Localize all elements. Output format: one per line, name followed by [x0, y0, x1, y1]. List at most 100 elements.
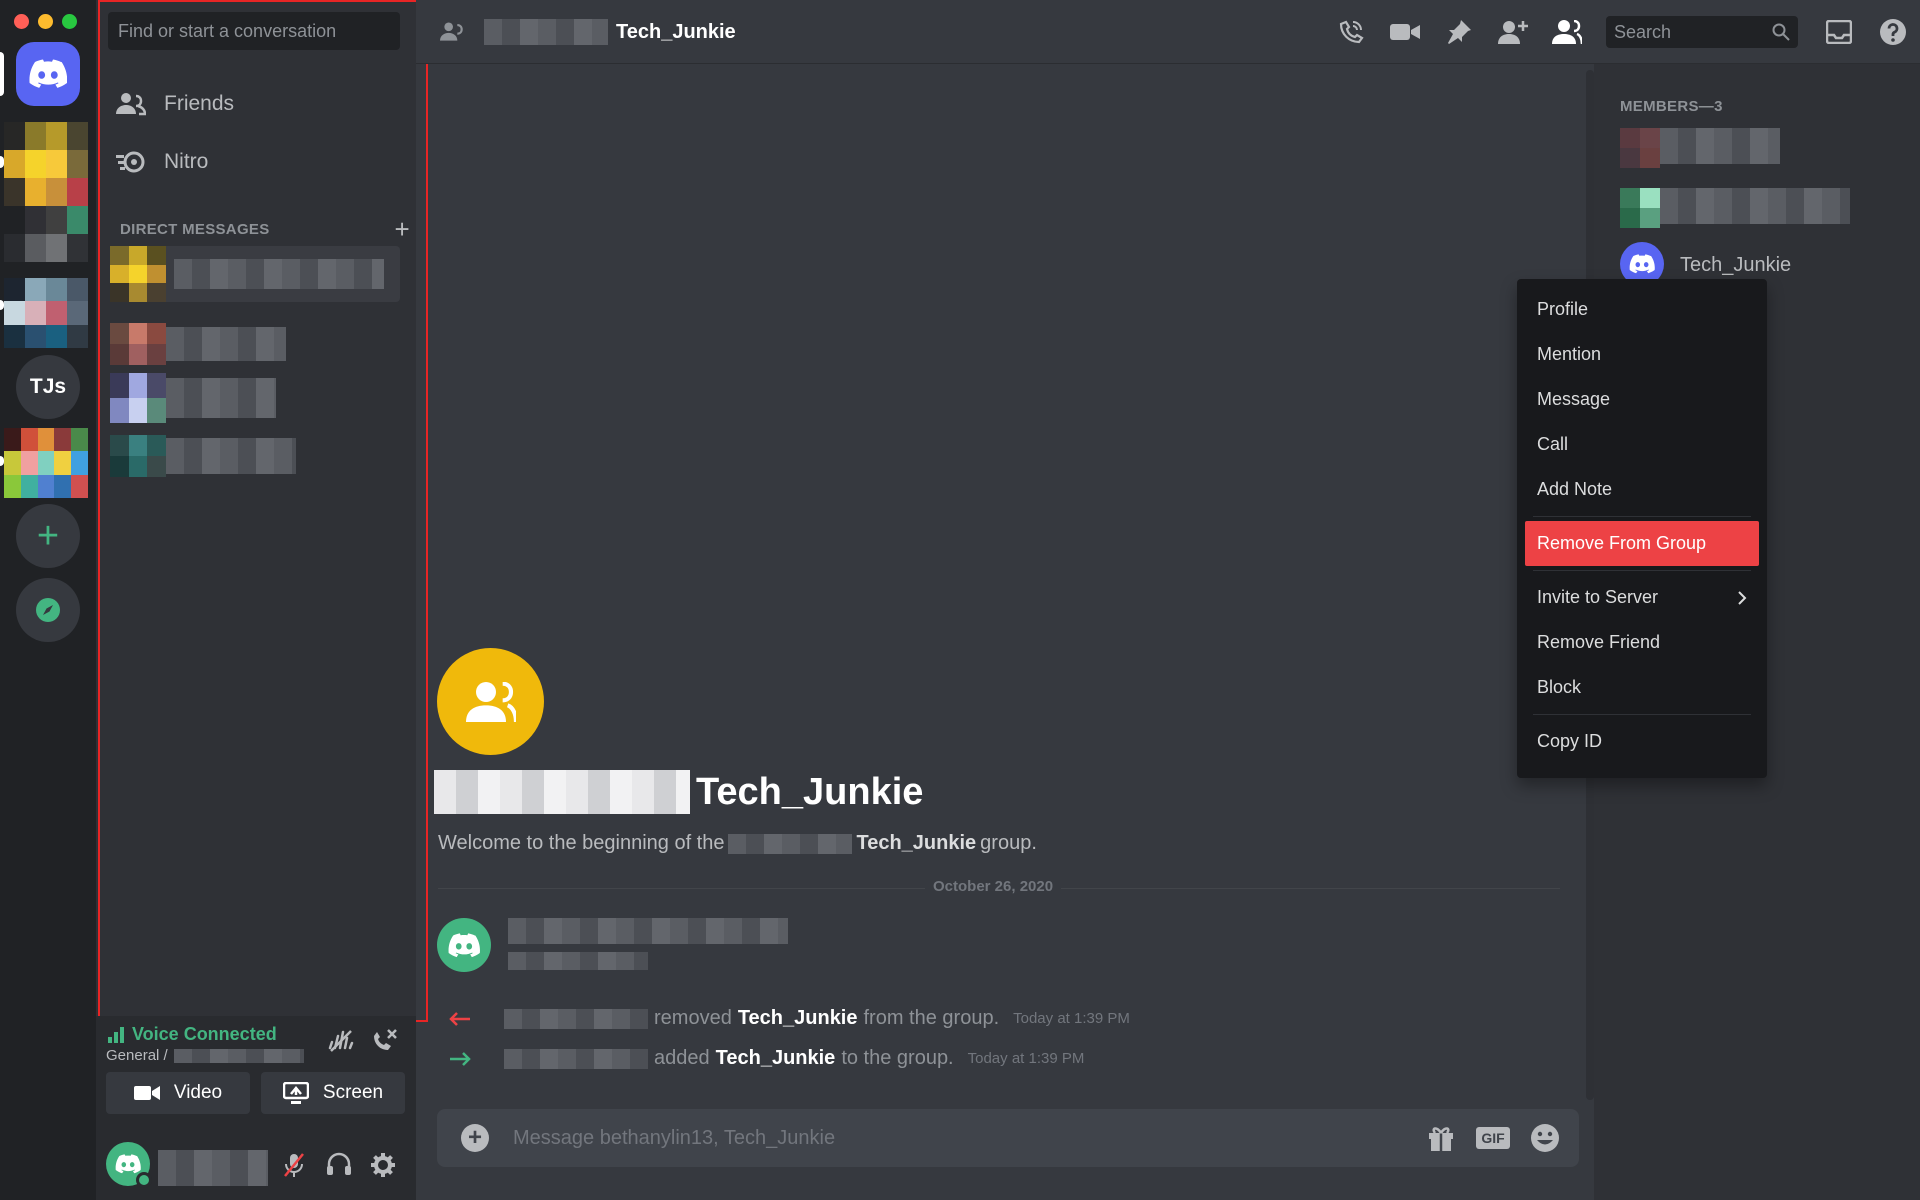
system-message-added: added Tech_Junkie to the group. Today at…	[448, 1047, 1084, 1070]
member-list-toggle[interactable]	[1540, 14, 1594, 50]
redacted-name	[174, 259, 384, 289]
pinned-messages-button[interactable]	[1432, 14, 1486, 50]
direct-messages-header: DIRECT MESSAGES +	[120, 216, 410, 242]
menu-item-remove-from-group[interactable]: Remove From Group	[1525, 521, 1759, 566]
menu-item-label: Invite to Server	[1537, 587, 1659, 607]
menu-item-label: Remove Friend	[1537, 632, 1661, 652]
minimize-window-button[interactable]	[38, 14, 53, 29]
dm-item[interactable]	[110, 316, 400, 372]
member-item[interactable]	[1620, 188, 1850, 228]
inbox-button[interactable]	[1812, 14, 1866, 50]
menu-separator	[1533, 570, 1751, 571]
menu-item-label: Copy ID	[1537, 731, 1603, 751]
menu-item-block[interactable]: Block	[1525, 665, 1759, 710]
menu-item-label: Profile	[1537, 299, 1589, 319]
member-item[interactable]	[1620, 128, 1780, 168]
server-icon-pixelated[interactable]	[4, 206, 88, 262]
mute-icon[interactable]	[282, 1152, 306, 1178]
welcome-name: Tech_Junkie	[856, 832, 977, 854]
video-button[interactable]: Video	[106, 1072, 250, 1114]
menu-item-add-note[interactable]: Add Note	[1525, 467, 1759, 512]
menu-item-label: Call	[1537, 434, 1569, 454]
home-button[interactable]	[16, 42, 80, 106]
dm-item[interactable]	[110, 370, 400, 426]
message-composer[interactable]: + Message bethanylin13, Tech_Junkie GIF	[437, 1109, 1579, 1167]
menu-item-message[interactable]: Message	[1525, 377, 1759, 422]
user-avatar[interactable]	[106, 1142, 152, 1188]
emoji-button[interactable]	[1519, 1123, 1571, 1153]
redacted-name	[504, 1008, 648, 1029]
chevron-right-icon	[1738, 590, 1747, 605]
system-timestamp: Today at 1:39 PM	[967, 1050, 1085, 1067]
dm-item[interactable]	[110, 428, 400, 484]
disconnect-icon[interactable]	[370, 1026, 398, 1054]
dm-item-selected[interactable]	[110, 246, 400, 302]
gif-button[interactable]: GIF	[1467, 1127, 1519, 1149]
message-input[interactable]: Message bethanylin13, Tech_Junkie	[513, 1127, 1415, 1150]
redacted-name	[173, 1049, 304, 1064]
upload-button[interactable]: +	[461, 1124, 489, 1152]
signal-icon	[108, 1026, 124, 1043]
settings-gear-icon[interactable]	[370, 1152, 396, 1178]
avatar	[1620, 188, 1660, 228]
avatar	[1620, 128, 1660, 168]
voice-channel[interactable]: General /	[106, 1047, 304, 1064]
menu-item-label: Mention	[1537, 344, 1602, 364]
help-button[interactable]	[1866, 14, 1920, 50]
system-target[interactable]: Tech_Junkie	[738, 1007, 858, 1030]
menu-item-invite-to-server[interactable]: Invite to Server	[1525, 575, 1759, 620]
arrow-right-icon	[450, 1051, 471, 1066]
header-toolbar: Search	[1324, 14, 1920, 50]
server-tjs[interactable]: TJs	[16, 355, 80, 419]
system-timestamp: Today at 1:39 PM	[1013, 1010, 1130, 1027]
members-icon	[1552, 20, 1582, 44]
member-name-tech-junkie[interactable]: Tech_Junkie	[1680, 254, 1791, 277]
discord-logo-icon	[29, 59, 67, 88]
explore-servers-button[interactable]	[16, 578, 80, 642]
friends-nav[interactable]: Friends	[116, 80, 234, 128]
menu-item-profile[interactable]: Profile	[1525, 287, 1759, 332]
server-icon-pixelated[interactable]	[4, 278, 88, 348]
create-dm-button[interactable]: +	[395, 216, 410, 242]
screen-label: Screen	[322, 1082, 384, 1103]
avatar	[110, 373, 166, 423]
menu-item-copy-id[interactable]: Copy ID	[1525, 719, 1759, 764]
discord-logo-icon	[448, 932, 480, 957]
avatar	[110, 323, 166, 365]
server-icon-pixelated[interactable]	[4, 122, 88, 206]
nitro-icon	[116, 151, 145, 173]
find-conversation-input[interactable]: Find or start a conversation	[108, 12, 400, 50]
add-icon: +	[36, 515, 60, 557]
start-video-call-button[interactable]	[1378, 14, 1432, 50]
member-context-menu: Profile Mention Message Call Add Note Re…	[1517, 279, 1767, 778]
inbox-icon	[1826, 20, 1852, 44]
headphones-icon[interactable]	[326, 1152, 352, 1176]
redacted-name	[504, 1048, 648, 1069]
nitro-nav[interactable]: Nitro	[116, 138, 208, 186]
menu-item-call[interactable]: Call	[1525, 422, 1759, 467]
close-window-button[interactable]	[14, 14, 29, 29]
server-icon-pixelated[interactable]	[4, 428, 88, 498]
message-avatar[interactable]	[437, 918, 491, 972]
search-input[interactable]: Search	[1606, 16, 1798, 48]
noise-suppression-icon[interactable]	[328, 1028, 354, 1054]
menu-item-mention[interactable]: Mention	[1525, 332, 1759, 377]
system-target[interactable]: Tech_Junkie	[716, 1047, 836, 1070]
maximize-window-button[interactable]	[62, 14, 77, 29]
call-icon	[1339, 20, 1364, 44]
start-voice-call-button[interactable]	[1324, 14, 1378, 50]
add-server-button[interactable]: +	[16, 504, 80, 568]
add-friends-to-dm-button[interactable]	[1486, 14, 1540, 50]
friends-icon	[116, 93, 146, 116]
redacted-name	[166, 327, 286, 361]
voice-status[interactable]: Voice Connected	[108, 1024, 277, 1045]
voice-connected-label: Voice Connected	[132, 1024, 277, 1044]
nitro-label: Nitro	[164, 150, 209, 173]
redacted-name	[1660, 188, 1850, 224]
gift-button[interactable]	[1415, 1124, 1467, 1152]
menu-item-remove-friend[interactable]: Remove Friend	[1525, 620, 1759, 665]
screen-share-button[interactable]: Screen	[261, 1072, 405, 1114]
redacted-name	[434, 770, 690, 814]
search-icon	[1772, 23, 1790, 41]
friends-label: Friends	[164, 92, 235, 115]
